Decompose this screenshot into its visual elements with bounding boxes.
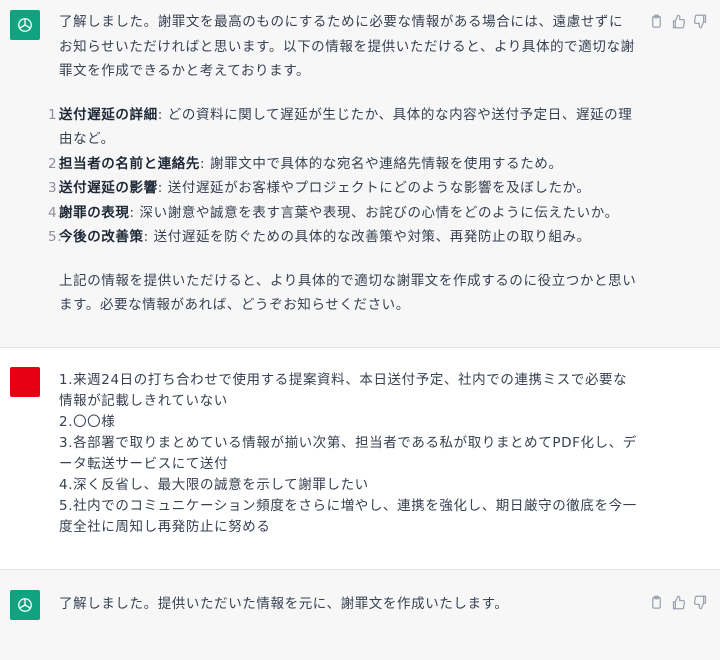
message-actions [648,594,708,610]
list-item-text: : 送付遅延がお客様やプロジェクトにどのような影響を及ぼしたか。 [157,180,591,196]
clipboard-icon [651,595,661,609]
list-item: 4. 謝罪の表現: 深い謝意や誠意を表す言葉や表現、お詫びの心情をどのように伝えた… [48,201,637,226]
copy-button[interactable] [648,13,664,29]
assistant-avatar [10,590,40,620]
user-message-body: 1.来週24日の打ち合わせで使用する提案資料、本日送付予定、社内での連携ミスで必… [59,370,637,538]
list-item-title: 送付遅延の詳細 [59,106,158,123]
list-item-text: : 謝罪文中で具体的な宛名や連絡先情報を使用するため。 [200,155,563,172]
assistant-message-1: 了解しました。謝罪文を最高のものにするために必要な情報がある場合には、遠慮せずに… [0,0,720,348]
user-line: 2.〇〇様 [59,414,116,430]
list-item: 5. 今後の改善策: 送付遅延を防ぐための具体的な改善策や対策、再発防止の取り組み… [48,225,637,250]
clipboard-icon [651,14,661,28]
assistant-intro: 了解しました。謝罪文を最高のものにするために必要な情報がある場合には、遠慮せずに… [59,14,635,79]
assistant-message-2: 了解しました。提供いただいた情報を元に、謝罪文を作成いたします。 [0,570,720,660]
thumbs-up-icon [672,595,685,609]
list-item-text: : 送付遅延を防ぐための具体的な改善策や対策、再発防止の取り組み。 [143,229,591,245]
list-item: 1. 送付遅延の詳細: どの資料に関して遅延が生じたか、具体的な内容や送付予定日、… [48,103,637,152]
user-line: 1.来週24日の打ち合わせで使用する提案資料、本日送付予定、社内での連携ミスで必… [59,372,628,409]
thumbs-down-button[interactable] [692,594,708,610]
assistant-avatar [10,10,40,40]
list-number: 1. [48,106,63,123]
list-number: 2. [48,155,63,172]
list-number: 5. [48,229,63,245]
assistant-reply: 了解しました。提供いただいた情報を元に、謝罪文を作成いたします。 [59,596,509,612]
list-number: 3. [48,180,63,196]
list-item: 3. 送付遅延の影響: 送付遅延がお客様やプロジェクトにどのような影響を及ぼしたか… [48,176,637,201]
list-item-title: 謝罪の表現 [59,204,130,221]
list-item-title: 送付遅延の影響 [59,180,158,196]
assistant-message-body: 了解しました。提供いただいた情報を元に、謝罪文を作成いたします。 [59,592,637,617]
copy-button[interactable] [648,594,664,610]
user-line: 3.各部署で取りまとめている情報が揃い次第、担当者である私が取りまとめてPDF化… [59,435,637,472]
thumbs-up-button[interactable] [670,594,686,610]
message-actions [648,13,708,29]
list-item-title: 今後の改善策 [59,229,144,245]
info-request-list: 1. 送付遅延の詳細: どの資料に関して遅延が生じたか、具体的な内容や送付予定日、… [48,103,637,250]
assistant-message-body: 了解しました。謝罪文を最高のものにするために必要な情報がある場合には、遠慮せずに… [48,10,637,318]
thumbs-up-button[interactable] [670,13,686,29]
user-line: 4.深く反省し、最大限の誠意を示して謝罪したい [59,477,369,493]
openai-logo-icon [18,18,32,32]
thumbs-down-icon [693,14,706,28]
list-item-title: 担当者の名前と連絡先 [59,155,200,172]
list-item-text: : 深い謝意や誠意を表す言葉や表現、お詫びの心情をどのように伝えたいか。 [129,204,619,221]
user-line: 5.社内でのコミュニケーション頻度をさらに増やし、連携を強化し、期日厳守の徹底を… [59,498,637,535]
assistant-outro: 上記の情報を提供いただけると、より具体的で適切な謝罪文を作成するのに役立つかと思… [59,272,637,314]
user-message: 1.来週24日の打ち合わせで使用する提案資料、本日送付予定、社内での連携ミスで必… [0,348,720,570]
openai-logo-icon [18,598,32,612]
thumbs-down-icon [693,595,706,609]
list-number: 4. [48,204,63,221]
list-item: 2. 担当者の名前と連絡先: 謝罪文中で具体的な宛名や連絡先情報を使用するため。 [48,152,637,177]
thumbs-down-button[interactable] [692,13,708,29]
thumbs-up-icon [672,14,685,28]
user-avatar [10,367,40,397]
